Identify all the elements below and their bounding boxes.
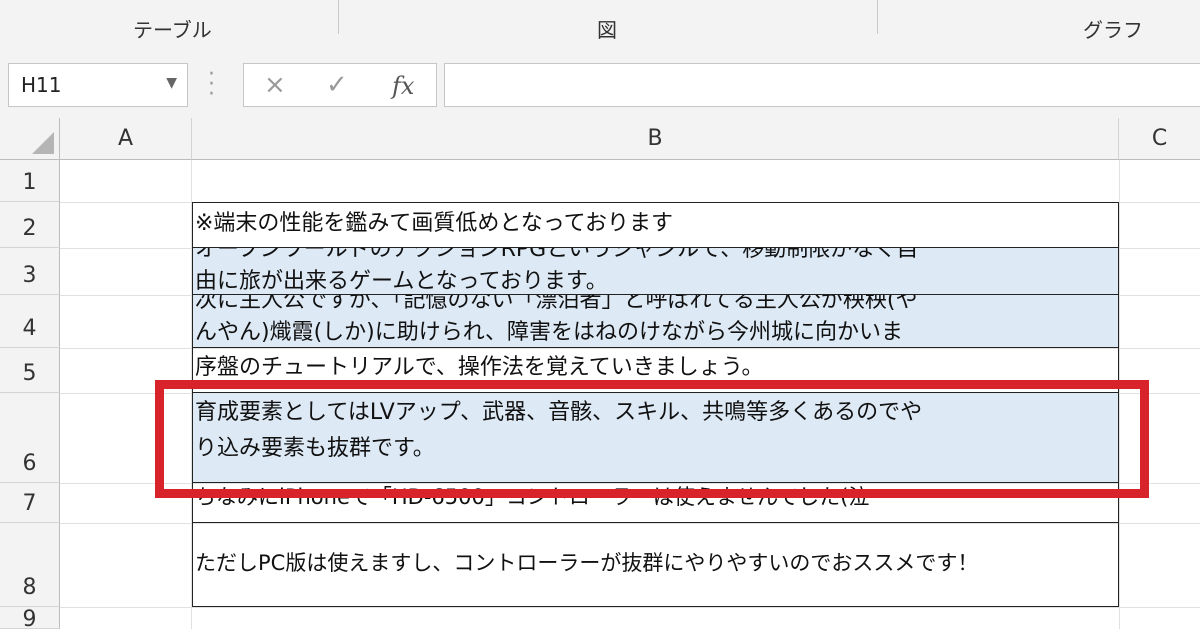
highlight-box [155, 380, 1149, 498]
cell-text: オープンワールドのアクションRPGというジャンルで、移動制限がなく自 [195, 248, 919, 262]
row-header-5[interactable]: 5 [0, 348, 60, 393]
name-box[interactable]: H11 ▼ [8, 63, 188, 107]
cell-b2[interactable]: ※端末の性能を鑑みて画質低めとなっております [192, 202, 1119, 248]
drag-handle-icon[interactable]: · · · [208, 64, 215, 106]
formula-bar: H11 ▼ · · · × ✓ fx [0, 48, 1200, 118]
cancel-icon[interactable]: × [264, 70, 286, 100]
row-header-9[interactable]: 9 [0, 607, 60, 632]
row-header-1[interactable]: 1 [0, 160, 60, 202]
select-all-corner[interactable] [0, 118, 60, 160]
formula-input[interactable] [444, 63, 1200, 107]
row-header-4[interactable]: 4 [0, 295, 60, 348]
ribbon-group-illustrations: 図 [597, 18, 617, 42]
gridline [60, 607, 1200, 608]
column-header-c[interactable]: C [1119, 118, 1200, 160]
column-header-a[interactable]: A [60, 118, 192, 160]
name-box-value: H11 [21, 73, 62, 97]
cell-b4[interactable]: 次に主人公ですが、「記憶のない「漂泊者」と呼ばれてる主人公が秧秧(や んやん)熾… [192, 295, 1119, 348]
row-header-7[interactable]: 7 [0, 483, 60, 523]
insert-function-icon[interactable]: fx [392, 72, 414, 100]
cell-text: 次に主人公ですが、「記憶のない「漂泊者」と呼ばれてる主人公が秧秧(や [195, 295, 918, 313]
ribbon-separator [877, 0, 878, 34]
chevron-down-icon[interactable]: ▼ [166, 75, 177, 91]
row-header-2[interactable]: 2 [0, 202, 60, 248]
column-header-b[interactable]: B [192, 118, 1119, 160]
enter-icon[interactable]: ✓ [326, 70, 348, 100]
cell-b8[interactable]: ただしPC版は使えますし、コントローラーが抜群にやりやすいのでおススメです！ [192, 523, 1119, 607]
cell-text: ただしPC版は使えますし、コントローラーが抜群にやりやすいのでおススメです！ [195, 551, 979, 575]
cell-text: ※端末の性能を鑑みて画質低めとなっております [195, 211, 674, 236]
formula-buttons: × ✓ fx [243, 63, 437, 107]
ribbon-group-charts: グラフ [1083, 18, 1143, 42]
row-header-8[interactable]: 8 [0, 523, 60, 607]
ribbon-group-table: テーブル [133, 18, 212, 42]
cell-text: 由に旅が出来るゲームとなっております。 [195, 269, 608, 294]
row-header-3[interactable]: 3 [0, 248, 60, 295]
cell-text: んやん)熾霞(しか)に助けられ、障害をはねのけながら今州城に向かいま [195, 320, 903, 345]
ribbon-group-labels: テーブル 図 グラフ [0, 0, 1200, 49]
cell-b3[interactable]: オープンワールドのアクションRPGというジャンルで、移動制限がなく自 由に旅が出… [192, 248, 1119, 295]
row-header-6[interactable]: 6 [0, 393, 60, 483]
ribbon-separator [338, 0, 339, 34]
